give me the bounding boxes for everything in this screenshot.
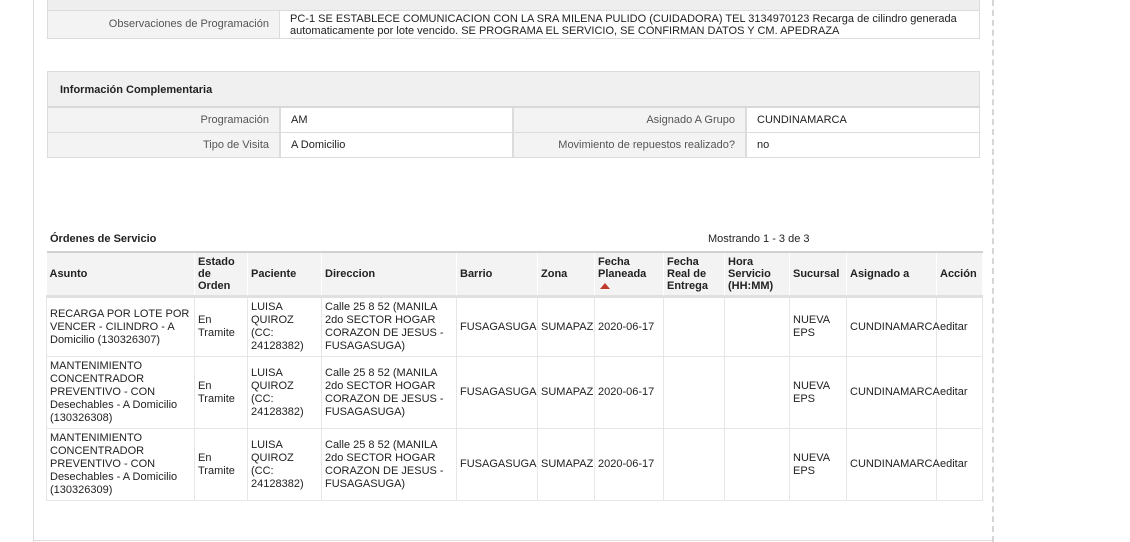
observaciones-label: Observaciones de Programación <box>48 11 280 38</box>
programacion-label: Programación <box>47 108 280 133</box>
cell-asunto: RECARGA POR LOTE POR VENCER - CILINDRO -… <box>46 296 195 357</box>
repuestos-value: no <box>746 133 980 158</box>
cell-asunto: MANTENIMIENTO CONCENTRADOR PREVENTIVO - … <box>46 428 195 501</box>
cell-estado: En Tramite <box>194 296 248 357</box>
editar-link[interactable]: editar <box>940 458 968 470</box>
cell-direccion: Calle 25 8 52 (MANILA 2do SECTOR HOGAR C… <box>321 428 457 501</box>
info-row-1: Programación AM Asignado A Grupo CUNDINA… <box>47 108 980 133</box>
cell-fecha-planeada: 2020-06-17 <box>594 296 664 357</box>
cell-sucursal: NUEVA EPS <box>789 296 847 357</box>
cell-sucursal: NUEVA EPS <box>789 356 847 429</box>
col-hora[interactable]: Hora Servicio (HH:MM) <box>724 251 790 298</box>
col-fecha-planeada[interactable]: Fecha Planeada <box>594 251 664 298</box>
cell-zona: SUMAPAZ <box>537 296 595 357</box>
col-barrio[interactable]: Barrio <box>456 251 538 298</box>
cell-zona: SUMAPAZ <box>537 356 595 429</box>
cell-paciente: LUISA QUIROZ (CC: 24128382) <box>247 356 322 429</box>
table-header-row: Asunto Estado de Orden Paciente Direccio… <box>46 251 983 298</box>
page-bottom-border <box>33 540 993 541</box>
cell-fecha-real <box>663 356 725 429</box>
cell-hora <box>724 428 790 501</box>
info-complementaria-title: Información Complementaria <box>47 71 980 108</box>
section-header-bar <box>47 0 980 11</box>
cell-direccion: Calle 25 8 52 (MANILA 2do SECTOR HOGAR C… <box>321 296 457 357</box>
visita-value: A Domicilio <box>280 133 513 158</box>
col-asunto[interactable]: Asunto <box>46 251 195 298</box>
cell-estado: En Tramite <box>194 428 248 501</box>
content-divider <box>992 0 994 542</box>
editar-link[interactable]: editar <box>940 386 968 398</box>
observaciones-section: Observaciones de Programación PC-1 SE ES… <box>47 0 980 39</box>
col-fecha-planeada-label: Fecha Planeada <box>598 256 647 280</box>
cell-direccion: Calle 25 8 52 (MANILA 2do SECTOR HOGAR C… <box>321 356 457 429</box>
cell-paciente: LUISA QUIROZ (CC: 24128382) <box>247 428 322 501</box>
info-row-2: Tipo de Visita A Domicilio Movimiento de… <box>47 133 980 158</box>
table-row: MANTENIMIENTO CONCENTRADOR PREVENTIVO - … <box>46 356 983 429</box>
visita-label: Tipo de Visita <box>47 133 280 158</box>
col-asignado[interactable]: Asignado a <box>846 251 937 298</box>
col-accion: Acción <box>936 251 983 298</box>
cell-barrio: FUSAGASUGA <box>456 428 538 501</box>
table-row: MANTENIMIENTO CONCENTRADOR PREVENTIVO - … <box>46 428 983 501</box>
cell-barrio: FUSAGASUGA <box>456 296 538 357</box>
cell-accion: editar <box>936 428 983 501</box>
col-paciente[interactable]: Paciente <box>247 251 322 298</box>
cell-asignado: CUNDINAMARCA <box>846 428 940 501</box>
cell-asignado: CUNDINAMARCA <box>846 356 940 429</box>
cell-zona: SUMAPAZ <box>537 428 595 501</box>
cell-estado: En Tramite <box>194 356 248 429</box>
cell-accion: editar <box>936 356 983 429</box>
table-row: RECARGA POR LOTE POR VENCER - CILINDRO -… <box>46 296 983 357</box>
ordenes-title: Órdenes de Servicio <box>50 233 157 245</box>
grupo-value: CUNDINAMARCA <box>746 108 980 133</box>
editar-link[interactable]: editar <box>940 321 968 333</box>
observaciones-row: Observaciones de Programación PC-1 SE ES… <box>47 11 980 39</box>
col-zona[interactable]: Zona <box>537 251 595 298</box>
cell-hora <box>724 296 790 357</box>
cell-fecha-real <box>663 296 725 357</box>
cell-accion: editar <box>936 296 983 357</box>
page-left-border <box>33 0 34 542</box>
cell-hora <box>724 356 790 429</box>
info-complementaria-section: Información Complementaria Programación … <box>47 71 980 158</box>
col-sucursal[interactable]: Sucursal <box>789 251 847 298</box>
col-estado[interactable]: Estado de Orden <box>194 251 248 298</box>
cell-fecha-real <box>663 428 725 501</box>
cell-fecha-planeada: 2020-06-17 <box>594 356 664 429</box>
cell-asignado: CUNDINAMARCA <box>846 296 940 357</box>
cell-fecha-planeada: 2020-06-17 <box>594 428 664 501</box>
ordenes-count: Mostrando 1 - 3 de 3 <box>708 233 810 245</box>
col-fecha-real[interactable]: Fecha Real de Entrega <box>663 251 725 298</box>
grupo-label: Asignado A Grupo <box>513 108 746 133</box>
observaciones-value: PC-1 SE ESTABLECE COMUNICACION CON LA SR… <box>290 13 957 37</box>
cell-paciente: LUISA QUIROZ (CC: 24128382) <box>247 296 322 357</box>
cell-sucursal: NUEVA EPS <box>789 428 847 501</box>
sort-ascending-icon[interactable] <box>600 283 610 290</box>
col-direccion[interactable]: Direccion <box>321 251 457 298</box>
cell-asunto: MANTENIMIENTO CONCENTRADOR PREVENTIVO - … <box>46 356 195 429</box>
repuestos-label: Movimiento de repuestos realizado? <box>513 133 746 158</box>
programacion-value: AM <box>280 108 513 133</box>
ordenes-table: Asunto Estado de Orden Paciente Direccio… <box>46 251 983 501</box>
cell-barrio: FUSAGASUGA <box>456 356 538 429</box>
